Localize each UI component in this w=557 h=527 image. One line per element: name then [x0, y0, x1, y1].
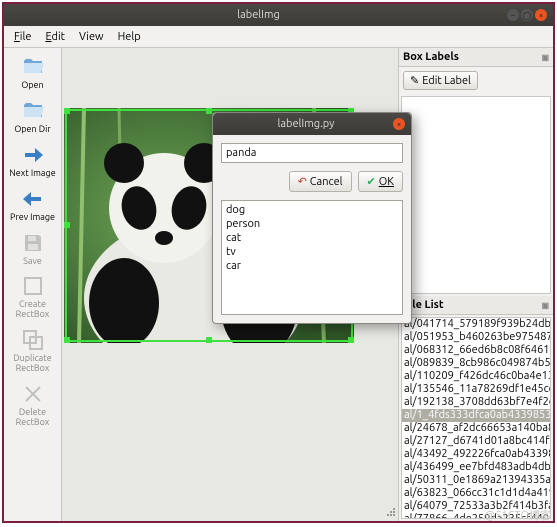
label-option[interactable]: tv [226, 245, 398, 259]
label-option[interactable]: car [226, 259, 398, 273]
filelist-row[interactable]: al/041714_579189f939b24dbeaabbff03c3 [402, 318, 550, 331]
label-input[interactable] [221, 143, 403, 163]
window-titlebar: labelImg – ◯ × [4, 4, 553, 26]
dialog-close-icon[interactable]: × [393, 118, 405, 130]
label-option[interactable]: dog [226, 203, 398, 217]
filelist-row[interactable]: al/192138_3708dd63bf7e4f2dafea675680 [402, 396, 550, 409]
previmage-button[interactable]: Prev Image [7, 184, 59, 226]
filelist-row[interactable]: al/63823_066cc31c1d1d4a419d59d8332b [402, 487, 550, 500]
boxlabels-list[interactable] [401, 96, 551, 294]
menu-edit[interactable]: Edit [39, 29, 71, 45]
close-icon[interactable]: × [535, 9, 547, 21]
filelist-row[interactable]: al/068312_66ed6b8c08f6461583b6f3a69c [402, 344, 550, 357]
label-option[interactable]: cat [226, 231, 398, 245]
editlabel-button[interactable]: ✎ Edit Label [403, 71, 478, 90]
menu-file[interactable]: File [8, 29, 37, 45]
label-options-list[interactable]: dogpersoncattvcar [221, 200, 403, 315]
folder-open-icon [21, 55, 45, 79]
filelist-row[interactable]: al/27127_d6741d01a8bc414f97803f5e3a5 [402, 435, 550, 448]
save-button[interactable]: Save [7, 228, 59, 270]
filelist-row[interactable]: al/50311_0e1869a21394335a79443548a8 [402, 474, 550, 487]
panel-undock-icon[interactable]: ▣ [541, 301, 549, 310]
toolbar-sidebar: Open Open Dir Next Image Prev Image Save… [4, 48, 62, 521]
filelist-row[interactable]: al/43492_492226fca0ab4339853a922e79e [402, 448, 550, 461]
menu-help[interactable]: Help [112, 29, 147, 45]
filelist-row[interactable]: al/051953_b460263be975487d957ed9e33 [402, 331, 550, 344]
filelist-header: File List ▣ [399, 296, 553, 315]
pencil-icon: ✎ [410, 74, 419, 87]
filelist-row[interactable]: al/24678_af2dc66653a140ba841fa88db52 [402, 422, 550, 435]
delete-rectbox-button[interactable]: Delete RectBox [7, 379, 59, 431]
duplicate-rectbox-button[interactable]: Duplicate RectBox [7, 325, 59, 377]
create-rectbox-button[interactable]: Create RectBox [7, 271, 59, 323]
menu-view[interactable]: View [73, 29, 110, 45]
nextimage-button[interactable]: Next Image [7, 140, 59, 182]
rect-delete-icon [21, 382, 45, 406]
arrow-left-icon [21, 187, 45, 211]
boxlabels-panel: Box Labels ▣ ✎ Edit Label [399, 48, 553, 296]
rect-create-icon [21, 274, 45, 298]
cancel-button[interactable]: ↶ Cancel [289, 171, 352, 192]
filelist-panel: File List ▣ al/041714_579189f939b24dbeaa… [399, 296, 553, 521]
menubar: File Edit View Help [4, 26, 553, 48]
resize-grip-icon[interactable] [385, 506, 395, 516]
label-option[interactable]: person [226, 217, 398, 231]
arrow-right-icon [21, 143, 45, 167]
filelist-row[interactable]: al/110209_f426dc46c0ba4e13bd81ebbe2 [402, 370, 550, 383]
dialog-titlebar: labelImg.py × [213, 113, 411, 135]
open-button[interactable]: Open [7, 52, 59, 94]
minimize-icon[interactable]: – [507, 9, 519, 21]
ok-button[interactable]: ✔ OK [358, 171, 403, 192]
window-title: labelImg [10, 9, 507, 21]
filelist-row[interactable]: al/1_4fds333dfca0ab4339853a9.jpg [402, 409, 550, 422]
filelist-row[interactable]: al/436499_ee7bfd483adb4db5bd16c7af5f [402, 461, 550, 474]
filelist-row[interactable]: al/089839_8cb986c049874b5d8caa6e103 [402, 357, 550, 370]
undo-arrow-icon: ↶ [298, 175, 307, 188]
folder-dir-icon [21, 99, 45, 123]
watermark: @51CTO博客 [485, 507, 551, 523]
filelist-list[interactable]: al/041714_579189f939b24dbeaabbff03c3al/0… [401, 317, 551, 519]
maximize-icon[interactable]: ◯ [521, 9, 533, 21]
rect-duplicate-icon [21, 328, 45, 352]
save-icon [21, 231, 45, 255]
check-icon: ✔ [367, 175, 376, 188]
label-dialog: labelImg.py × ↶ Cancel ✔ OK dogpersoncat… [212, 112, 412, 324]
boxlabels-header: Box Labels ▣ [399, 48, 553, 67]
panel-undock-icon[interactable]: ▣ [541, 53, 549, 62]
filelist-row[interactable]: al/135546_11a78269df1e45ceb73b54c87 [402, 383, 550, 396]
opendir-button[interactable]: Open Dir [7, 96, 59, 138]
